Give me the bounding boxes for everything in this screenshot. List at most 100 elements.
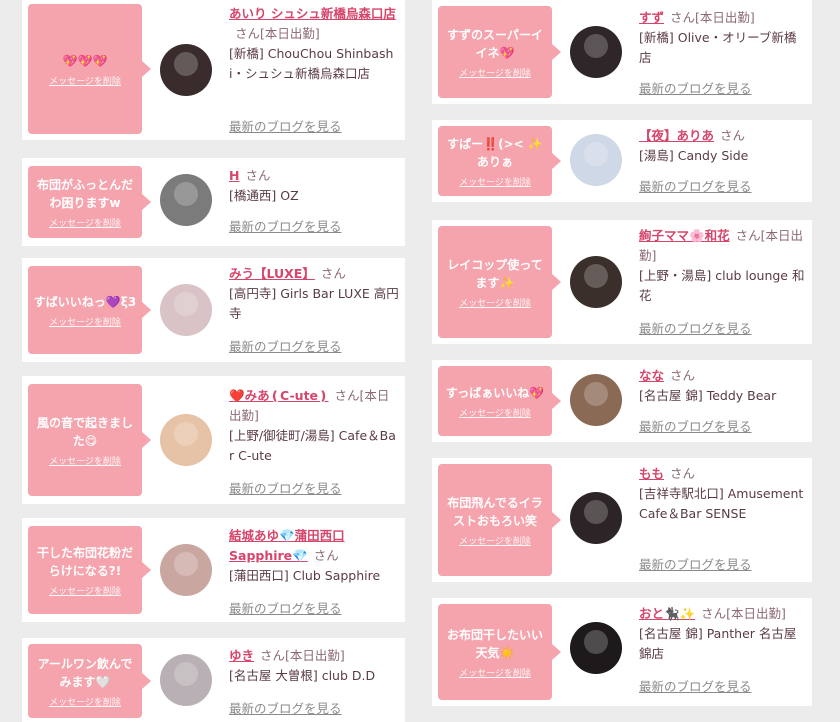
message-text: 布団飛んでるイラストおもろい笑 (447, 495, 543, 528)
message-bubble: レイコップ使ってます✨ メッセージを削除 (438, 226, 561, 338)
shop-text: [上野・湯島] club lounge 和花 (639, 268, 805, 303)
delete-message-link[interactable]: メッセージを削除 (49, 216, 121, 229)
avatar[interactable] (570, 622, 622, 674)
avatar[interactable] (160, 284, 212, 336)
delete-message-link[interactable]: メッセージを削除 (459, 175, 531, 188)
delete-message-link[interactable]: メッセージを削除 (459, 66, 531, 79)
cast-name-link[interactable]: みう【LUXE】 (229, 266, 315, 281)
san-label: さん[本日出勤] (260, 648, 345, 663)
avatar[interactable] (160, 414, 212, 466)
cast-name-link[interactable]: H (229, 168, 239, 183)
cast-name-link[interactable]: おと🐈‍⬛✨ (639, 606, 695, 621)
blog-link[interactable]: 最新のブログを見る (229, 116, 342, 135)
avatar[interactable] (570, 134, 622, 186)
blog-link[interactable]: 最新のブログを見る (639, 78, 752, 97)
blog-link[interactable]: 最新のブログを見る (229, 698, 342, 717)
shop-text: [新橋] Olive・オリーブ新橋店 (639, 30, 797, 65)
right-column: すずのスーパーイイネ💖 メッセージを削除 すず さん[本日出勤] [新橋] Oli… (432, 0, 812, 722)
cast-name-link[interactable]: もも (639, 466, 664, 481)
blog-link[interactable]: 最新のブログを見る (639, 176, 752, 195)
delete-message-link[interactable]: メッセージを削除 (49, 695, 121, 708)
avatar[interactable] (160, 654, 212, 706)
san-label: さん[本日出勤] (701, 606, 786, 621)
shop-text: [新橋] ChouChou Shinbashi・シュシュ新橋烏森口店 (229, 46, 394, 81)
message-text: すぱー‼️(>< ✨ありぁ (447, 136, 543, 169)
cast-name-link[interactable]: あいり シュシュ新橋烏森口店 (229, 6, 396, 21)
list-item: すばいいねっ💜ξ3 メッセージを削除 みう【LUXE】 さん [高円寺] Girl… (22, 258, 405, 362)
delete-message-link[interactable]: メッセージを削除 (459, 534, 531, 547)
message-text: アールワン飲んでみます🤍 (37, 656, 133, 689)
cast-name-link[interactable]: 【夜】ありあ (639, 128, 714, 143)
cast-info: もも さん [吉祥寺駅北口] Amusement Cafe＆Bar SENSE (639, 464, 806, 524)
blog-link[interactable]: 最新のブログを見る (639, 416, 752, 435)
avatar[interactable] (570, 374, 622, 426)
blog-link[interactable]: 最新のブログを見る (229, 216, 342, 235)
blog-link[interactable]: 最新のブログを見る (639, 318, 752, 337)
list-item: 干した布団花粉だらけになる?! メッセージを削除 結城あゆ💎蒲田西口Sapphi… (22, 518, 405, 622)
cast-name-link[interactable]: 絢子ママ🌸和花 (639, 228, 730, 243)
list-item: すぱー‼️(>< ✨ありぁ メッセージを削除 【夜】ありあ さん [湯島] Can… (432, 120, 812, 202)
cast-info: 【夜】ありあ さん [湯島] Candy Side (639, 126, 806, 166)
message-text: 風の音で起きました😋 (36, 415, 133, 448)
message-text: 干した布団花粉だらけになる?! (36, 545, 133, 578)
avatar[interactable] (570, 256, 622, 308)
message-text: レイコップ使ってます✨ (447, 257, 543, 290)
list-item: すっばぁいいね💖 メッセージを削除 なな さん [名古屋 錦] Teddy Bea… (432, 360, 812, 442)
cast-info: みう【LUXE】 さん [高円寺] Girls Bar LUXE 高円寺 (229, 264, 399, 324)
shop-text: [吉祥寺駅北口] Amusement Cafe＆Bar SENSE (639, 486, 804, 521)
cast-info: おと🐈‍⬛✨ さん[本日出勤] [名古屋 錦] Panther 名古屋錦店 (639, 604, 806, 664)
blog-link[interactable]: 最新のブログを見る (229, 598, 342, 617)
shop-text: [名古屋 錦] Teddy Bear (639, 388, 777, 403)
message-bubble: 💖💖💖 メッセージを削除 (28, 4, 151, 134)
cast-info: なな さん [名古屋 錦] Teddy Bear (639, 366, 806, 406)
message-bubble: すずのスーパーイイネ💖 メッセージを削除 (438, 6, 561, 98)
san-label: さん (720, 128, 746, 143)
shop-text: [名古屋 錦] Panther 名古屋錦店 (639, 626, 797, 661)
message-bubble: アールワン飲んでみます🤍 メッセージを削除 (28, 644, 151, 718)
san-label: さん (670, 466, 696, 481)
avatar[interactable] (570, 26, 622, 78)
san-label: さん (670, 368, 696, 383)
san-label: さん (245, 168, 271, 183)
avatar[interactable] (160, 174, 212, 226)
avatar[interactable] (570, 492, 622, 544)
message-text: お布団干したいい天気☀️ (446, 627, 543, 660)
delete-message-link[interactable]: メッセージを削除 (49, 74, 121, 87)
cast-info: すず さん[本日出勤] [新橋] Olive・オリーブ新橋店 (639, 8, 806, 68)
shop-text: [橋通西] OZ (229, 188, 299, 203)
delete-message-link[interactable]: メッセージを削除 (49, 584, 121, 597)
san-label: さん[本日出勤] (670, 10, 755, 25)
cast-name-link[interactable]: すず (639, 10, 664, 25)
delete-message-link[interactable]: メッセージを削除 (459, 406, 531, 419)
blog-link[interactable]: 最新のブログを見る (229, 336, 342, 355)
delete-message-link[interactable]: メッセージを削除 (49, 315, 121, 328)
cast-name-link[interactable]: なな (639, 368, 664, 383)
avatar[interactable] (160, 544, 212, 596)
list-item: アールワン飲んでみます🤍 メッセージを削除 ゆき さん[本日出勤] [名古屋 大曽… (22, 638, 405, 722)
message-bubble: 布団飛んでるイラストおもろい笑 メッセージを削除 (438, 464, 561, 576)
shop-text: [湯島] Candy Side (639, 148, 749, 163)
blog-link[interactable]: 最新のブログを見る (639, 554, 752, 573)
message-bubble: すばいいねっ💜ξ3 メッセージを削除 (28, 266, 151, 354)
blog-link[interactable]: 最新のブログを見る (639, 676, 752, 695)
list-item: お布団干したいい天気☀️ メッセージを削除 おと🐈‍⬛✨ さん[本日出勤] [名古… (432, 598, 812, 706)
message-bubble: 干した布団花粉だらけになる?! メッセージを削除 (28, 526, 151, 614)
delete-message-link[interactable]: メッセージを削除 (459, 666, 531, 679)
shop-text: [名古屋 大曽根] club D.D (229, 668, 376, 683)
message-bubble: すぱー‼️(>< ✨ありぁ メッセージを削除 (438, 126, 561, 196)
message-text: 布団がふっとんだわ困りますw (36, 177, 133, 210)
cast-info: ❤️みあ❪C-ute❫ さん[本日出勤] [上野/御徒町/湯島] Cafe＆Bar… (229, 386, 399, 466)
delete-message-link[interactable]: メッセージを削除 (459, 296, 531, 309)
cast-info: 結城あゆ💎蒲田西口Sapphire💎 さん [蒲田西口] Club Sapphir… (229, 526, 399, 586)
avatar[interactable] (160, 44, 212, 96)
message-bubble: 布団がふっとんだわ困りますw メッセージを削除 (28, 166, 151, 238)
cast-name-link[interactable]: ❤️みあ❪C-ute❫ (229, 388, 329, 403)
cast-info: H さん [橋通西] OZ (229, 166, 399, 206)
cast-name-link[interactable]: ゆき (229, 648, 254, 663)
list-item: 💖💖💖 メッセージを削除 あいり シュシュ新橋烏森口店さん[本日出勤] [新橋]… (22, 0, 405, 140)
blog-link[interactable]: 最新のブログを見る (229, 478, 342, 497)
list-item: 布団がふっとんだわ困りますw メッセージを削除 H さん [橋通西] OZ 最新の… (22, 158, 405, 246)
list-item: 風の音で起きました😋 メッセージを削除 ❤️みあ❪C-ute❫ さん[本日出勤] … (22, 376, 405, 504)
delete-message-link[interactable]: メッセージを削除 (49, 454, 121, 467)
message-text: すずのスーパーイイネ💖 (447, 27, 543, 60)
